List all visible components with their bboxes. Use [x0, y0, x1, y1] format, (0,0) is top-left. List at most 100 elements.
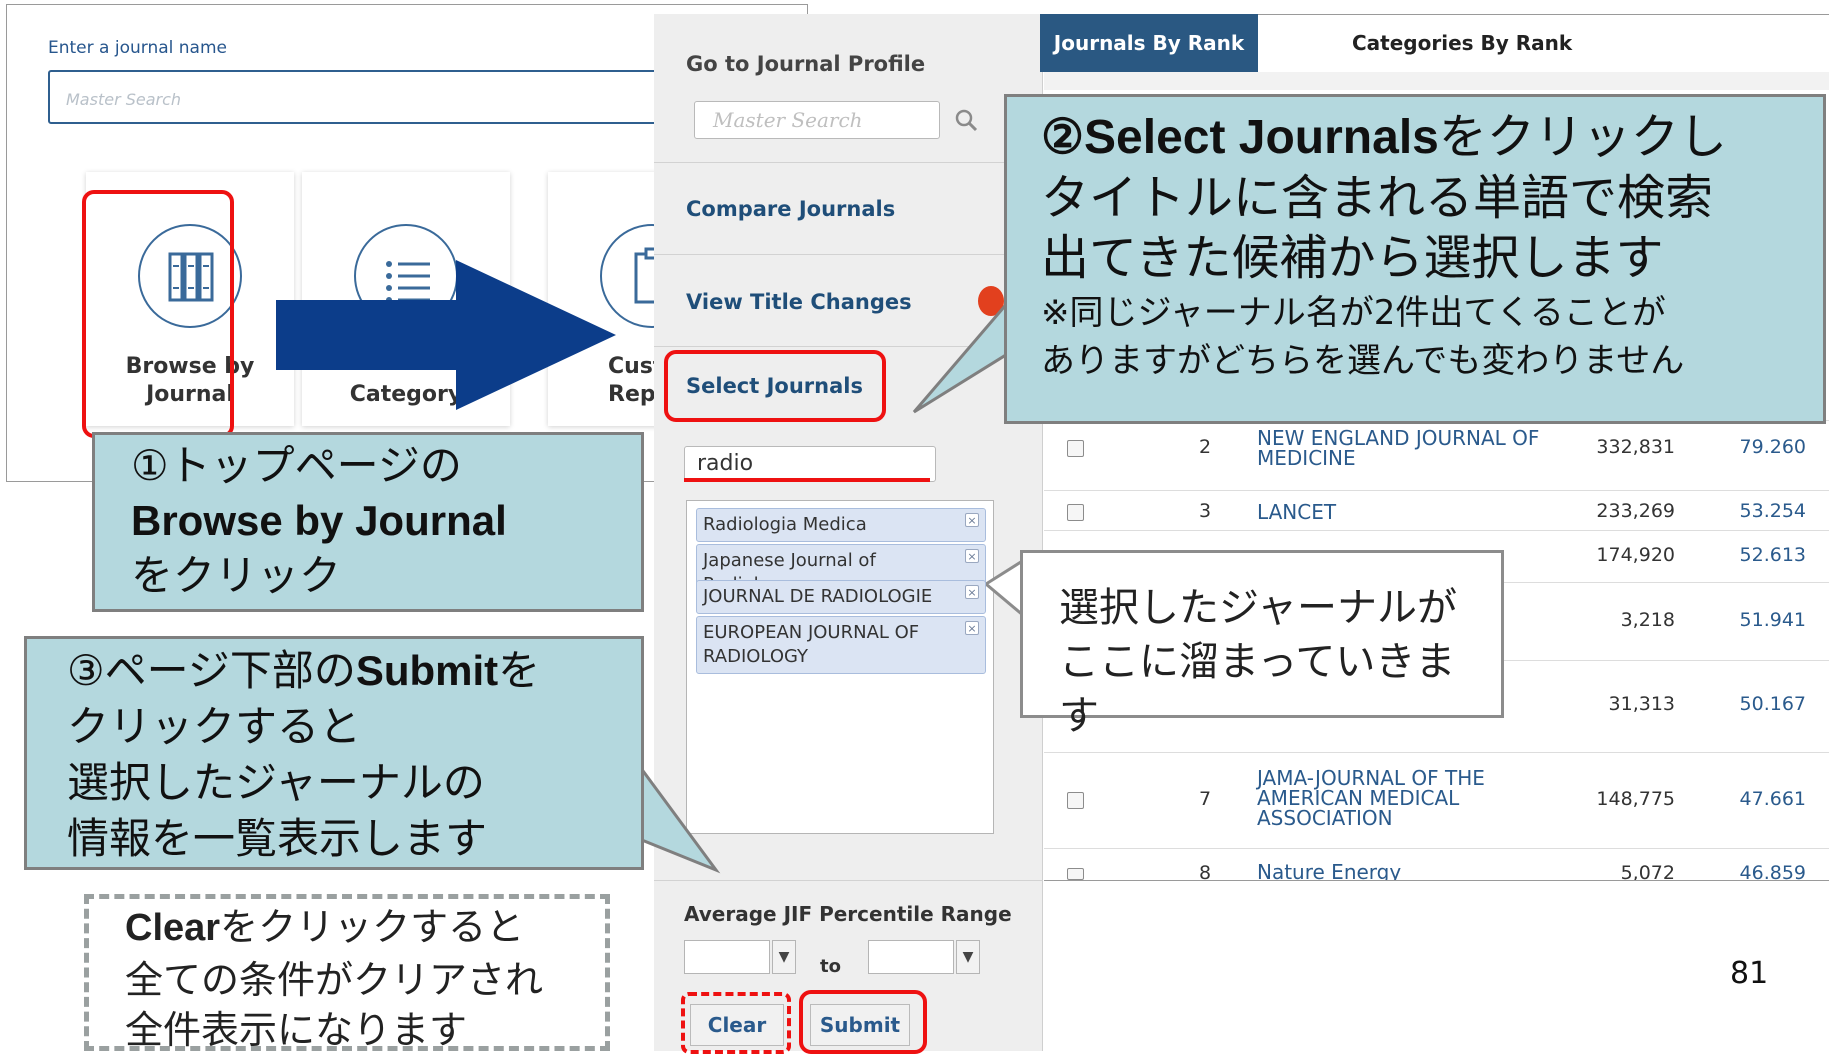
clear-note-line1: Clearをクリックすると: [125, 901, 569, 954]
table-row-jif: 52.613: [1739, 544, 1806, 566]
row-checkbox[interactable]: [1067, 504, 1084, 521]
selected-note-line2: ここに溜まっていきます: [1059, 639, 1456, 739]
journal-search-input[interactable]: radio: [684, 446, 936, 482]
step2-line4: ※同じジャーナル名が2件出てくることが: [1041, 293, 1666, 333]
range-to-label: to: [820, 956, 841, 977]
table-row-jif: 47.661: [1739, 788, 1806, 810]
browse-by-journal-highlight: [82, 190, 234, 438]
selected-journal-chip: EUROPEAN JOURNAL OF RADIOLOGY ×: [696, 616, 986, 674]
range-min-select[interactable]: [684, 940, 770, 974]
remove-chip-icon[interactable]: ×: [965, 549, 979, 563]
tab-categories-by-rank[interactable]: Categories By Rank: [1352, 14, 1612, 72]
selected-journal-chip: JOURNAL DE RADIOLOGIE ×: [696, 580, 986, 614]
search-icon[interactable]: [954, 108, 978, 136]
jif-percentile-range-label: Average JIF Percentile Range: [684, 902, 1012, 926]
tab-journals-by-rank[interactable]: Journals By Rank: [1040, 14, 1258, 72]
row-divider: [1044, 490, 1829, 491]
table-row-journal-line2[interactable]: MEDICINE: [1257, 448, 1557, 468]
table-row-rank: 3: [1198, 500, 1212, 522]
step2-line5: ありますがどちらを選んでも変わりません: [1041, 341, 1685, 381]
step1-line1: ①トップページの: [131, 441, 462, 490]
table-row-journal-line1[interactable]: Nature Energy: [1257, 862, 1557, 880]
table-row-journal-line1[interactable]: LANCET: [1257, 502, 1557, 522]
table-row-rank: 8: [1198, 862, 1212, 880]
row-checkbox[interactable]: [1067, 440, 1084, 457]
remove-chip-icon[interactable]: ×: [965, 621, 979, 635]
range-max-select[interactable]: [868, 940, 954, 974]
step2-callout: ②Select Journalsをクリックし タイトルに含まれる単語で検索 出て…: [1004, 94, 1826, 424]
table-row-journal-line1[interactable]: JAMA-JOURNAL OF THE: [1257, 768, 1557, 788]
page-number: 81: [1730, 956, 1769, 991]
table-row-journal-line3[interactable]: ASSOCIATION: [1257, 808, 1557, 828]
submit-button-highlight: [799, 990, 927, 1054]
step2-line1-rest: をクリックし: [1438, 109, 1727, 165]
step3-line1-b: を: [498, 646, 541, 695]
journal-name-label: Enter a journal name: [48, 38, 227, 58]
table-row-cites: 148,775: [1596, 788, 1675, 810]
table-row-jif: 53.254: [1739, 500, 1806, 522]
step1-line3: をクリック: [131, 551, 342, 600]
row-checkbox[interactable]: [1067, 792, 1084, 809]
table-row-jif: 51.941: [1739, 609, 1806, 631]
sidebar-master-search-input[interactable]: Master Search: [694, 101, 940, 139]
search-underline-highlight: [684, 478, 930, 482]
clear-note-line3: 全件表示になります: [125, 1008, 468, 1052]
table-row-journal-line1[interactable]: NEW ENGLAND JOURNAL OF: [1257, 428, 1557, 448]
tab-underbar: [1044, 72, 1829, 90]
chip-label: EUROPEAN JOURNAL OF RADIOLOGY: [703, 622, 920, 667]
step2-line1: ②Select Journalsをクリックし: [1041, 107, 1789, 168]
clear-note-bold: Clear: [125, 907, 221, 949]
clear-note-rest: をクリックすると: [220, 905, 525, 949]
step2-line2: タイトルに含まれる単語で検索: [1041, 170, 1714, 226]
step3-line1-bold: Submit: [355, 647, 499, 694]
selected-journals-note: 選択したジャーナルが ここに溜まっていきます: [1020, 550, 1504, 739]
table-row-cites: 174,920: [1596, 544, 1675, 566]
view-title-changes-link[interactable]: View Title Changes: [686, 290, 912, 314]
step1-callout: ①トップページの Browse by Journal をクリック: [92, 432, 644, 612]
sidebar-divider: [654, 162, 1043, 163]
sidebar-divider: [654, 254, 1043, 255]
table-row-jif: 46.859: [1739, 862, 1806, 880]
step3-callout: ③ページ下部のSubmitを クリックすると 選択したジャーナルの 情報を一覧表…: [24, 636, 644, 870]
selected-note-line1: 選択したジャーナルが: [1059, 585, 1457, 631]
row-divider: [1044, 530, 1829, 531]
row-divider: [1044, 752, 1829, 753]
row-divider: [1044, 848, 1829, 849]
chevron-down-icon[interactable]: ▼: [772, 940, 796, 974]
table-row-cites: 3,218: [1620, 609, 1675, 631]
step3-pointer: [630, 751, 730, 880]
table-row-rank: 2: [1198, 436, 1212, 458]
table-row-cites: 5,072: [1620, 862, 1675, 880]
go-to-journal-profile-heading: Go to Journal Profile: [686, 52, 926, 76]
step3-line2: クリックすると: [67, 702, 362, 751]
table-row-cites: 31,313: [1608, 693, 1675, 715]
step3-line1: ③ページ下部のSubmitを: [67, 643, 601, 699]
chevron-down-icon[interactable]: ▼: [956, 940, 980, 974]
step3-line3: 選択したジャーナルの: [67, 758, 485, 807]
chip-label: JOURNAL DE RADIOLOGIE: [703, 586, 933, 607]
remove-chip-icon[interactable]: ×: [965, 513, 979, 527]
table-row-journal-line2[interactable]: AMERICAN MEDICAL: [1257, 788, 1557, 808]
step1-line2: Browse by Journal: [131, 497, 507, 544]
clear-note: Clearをクリックすると 全ての条件がクリアされ 全件表示になります: [84, 894, 610, 1052]
compare-journals-link[interactable]: Compare Journals: [686, 197, 895, 221]
clear-button-highlight: [681, 992, 791, 1054]
table-row-jif: 79.260: [1739, 436, 1806, 458]
step2-line3: 出てきた候補から選択します: [1041, 230, 1664, 286]
step2-line1-bold: ②Select Journals: [1041, 111, 1439, 164]
clear-note-line2: 全ての条件がクリアされ: [125, 958, 544, 1002]
table-row-rank: 7: [1198, 788, 1212, 810]
table-row-cites: 233,269: [1596, 500, 1675, 522]
row-checkbox[interactable]: [1067, 868, 1084, 880]
table-row-jif: 50.167: [1739, 693, 1806, 715]
sidebar-divider: [654, 880, 1043, 881]
arrow-right-icon: [276, 260, 626, 414]
selected-journal-chip: Radiologia Medica ×: [696, 508, 986, 542]
select-journals-highlight: [664, 350, 886, 422]
remove-chip-icon[interactable]: ×: [965, 585, 979, 599]
table-row-cites: 332,831: [1596, 436, 1675, 458]
step3-line4: 情報を一覧表示します: [67, 814, 488, 863]
step3-line1-a: ③ページ下部の: [67, 646, 356, 695]
table-bottom-border: [1044, 880, 1829, 881]
chip-label: Radiologia Medica: [703, 514, 867, 535]
